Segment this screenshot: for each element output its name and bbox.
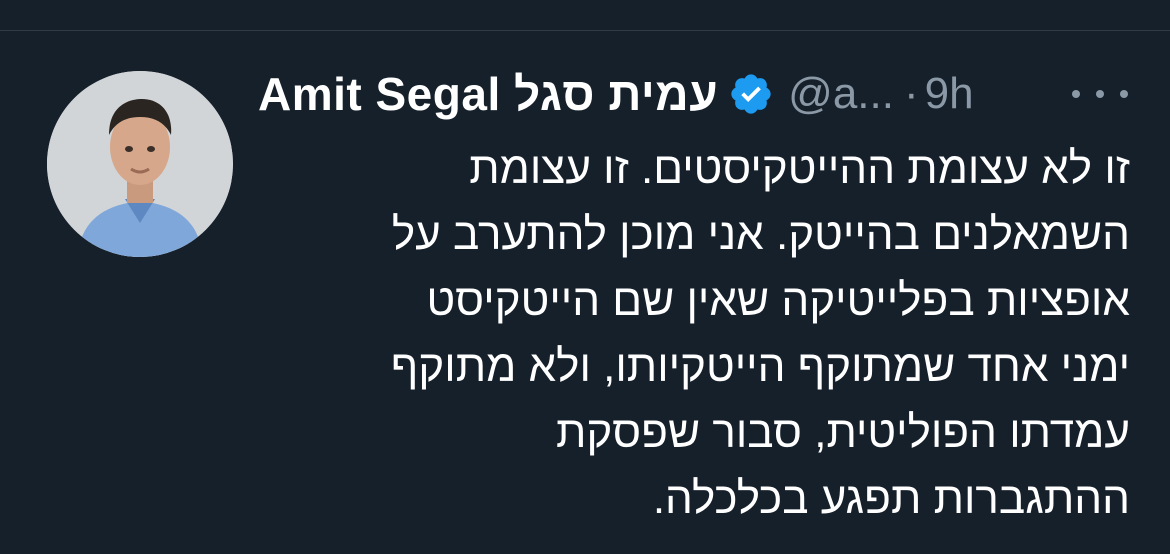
display-name[interactable]: Amit Segal עמית סגל bbox=[258, 67, 718, 121]
tweet-text: זו לא עצומת ההייטקיסטים. זו עצומת השמאלנ… bbox=[250, 136, 1130, 532]
separator-dot: · bbox=[903, 69, 919, 118]
verified-badge-icon bbox=[731, 74, 771, 114]
avatar[interactable] bbox=[47, 71, 233, 257]
tweet-text-line: אופציות בפלייטיקה שאין שם הייטקיסט bbox=[426, 276, 1130, 325]
more-dot bbox=[1096, 90, 1104, 98]
user-handle[interactable]: @a... bbox=[788, 69, 894, 119]
tweet-header: Amit Segal עמית סגל @a... · 9h bbox=[258, 64, 1128, 124]
more-dot bbox=[1072, 90, 1080, 98]
more-dots-icon[interactable] bbox=[1072, 79, 1128, 109]
tweet-card: Amit Segal עמית סגל @a... · 9h זו לא עצו… bbox=[0, 0, 1170, 554]
tweet-text-line: השמאלנים בהייטק. אני מוכן להתערב על bbox=[391, 210, 1130, 259]
more-dot bbox=[1120, 90, 1128, 98]
tweet-text-line: זו לא עצומת ההייטקיסטים. זו עצומת bbox=[469, 144, 1130, 193]
timestamp[interactable]: 9h bbox=[925, 69, 974, 119]
tweet-text-line: ימני אחד שמתוקף הייטקיותו, ולא מתוקף bbox=[390, 342, 1130, 391]
divider bbox=[0, 30, 1170, 31]
tweet-text-line: ההתגברות תפגע בכלכלה. bbox=[652, 474, 1130, 523]
tweet-text-line: עמדתו הפוליטית, סבור שפסקת bbox=[555, 408, 1130, 457]
avatar-photo bbox=[47, 71, 233, 257]
